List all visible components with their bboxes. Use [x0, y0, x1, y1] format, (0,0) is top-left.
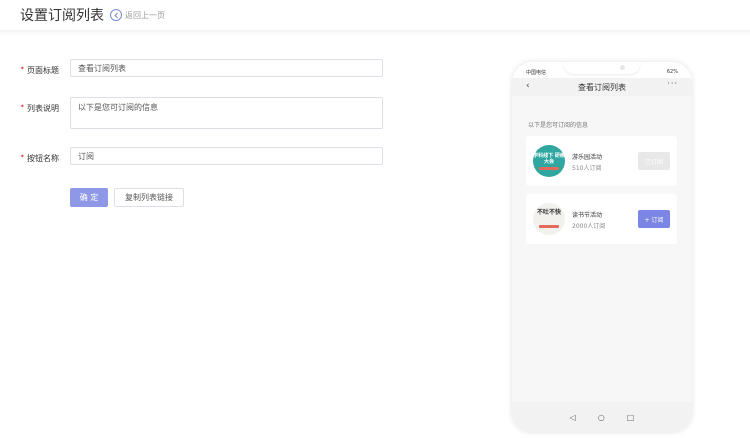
back-link-label: 返回上一页 — [125, 10, 165, 20]
back-arrow-icon — [110, 9, 122, 21]
subscribed-button[interactable]: 已订阅 — [638, 152, 670, 170]
required-marker: • — [20, 64, 25, 73]
recent-key-icon[interactable]: □ — [627, 413, 635, 422]
back-link[interactable]: 返回上一页 — [110, 9, 165, 21]
nav-back-icon[interactable]: ‹ — [526, 81, 530, 91]
card-thumbnail: 学科线下 研练大会 — [533, 145, 565, 177]
page-header: 设置订阅列表 返回上一页 — [0, 0, 750, 30]
copy-link-button[interactable]: 复制列表链接 — [114, 188, 184, 207]
more-icon[interactable]: ··· — [667, 79, 678, 88]
card-count: 510人订阅 — [572, 165, 602, 172]
phone-nav-bar: ‹ 查看订阅列表 ··· — [512, 78, 692, 96]
card-name: 游乐园活动 — [572, 154, 603, 161]
page-title-row: • 页面标题 查看订阅列表 — [20, 59, 383, 77]
page-title-label: • 页面标题 — [20, 64, 59, 75]
phone-bottom-bar: ◁ ○ □ — [512, 402, 692, 432]
carrier-label: 中国电信 — [526, 70, 547, 76]
page-title: 设置订阅列表 — [20, 8, 104, 24]
phone-nav-title: 查看订阅列表 — [578, 82, 626, 92]
button-name-label: • 按钮名称 — [20, 152, 59, 163]
confirm-button[interactable]: 确 定 — [70, 188, 108, 207]
thumbnail-text: 学科线下 研练大会 — [533, 153, 565, 165]
card-count: 2000人订阅 — [572, 223, 606, 230]
required-marker: • — [20, 152, 25, 161]
list-desc-label: • 列表说明 — [20, 102, 59, 113]
thumbnail-bar — [539, 225, 559, 228]
subscription-card: 学科线下 研练大会 游乐园活动 510人订阅 已订阅 — [526, 136, 677, 186]
card-name: 读书节活动 — [572, 212, 603, 219]
phone-list-desc: 以下是您可订阅的信息 — [528, 122, 589, 129]
phone-body: 以下是您可订阅的信息 学科线下 研练大会 游乐园活动 510人订阅 已订阅 不吐… — [512, 96, 692, 402]
list-desc-textarea[interactable]: 以下是您可订阅的信息 — [70, 97, 383, 129]
card-thumbnail: 不吐不快 — [533, 203, 565, 235]
back-key-icon[interactable]: ◁ — [570, 413, 576, 422]
subscribe-button[interactable]: + 订阅 — [638, 210, 670, 228]
phone-status-bar: 中国电信 62% — [512, 68, 692, 78]
header-divider — [0, 30, 750, 36]
home-key-icon[interactable]: ○ — [598, 413, 605, 422]
button-name-row: • 按钮名称 订阅 — [20, 147, 383, 165]
subscription-card: 不吐不快 读书节活动 2000人订阅 + 订阅 — [526, 194, 677, 244]
button-name-input[interactable]: 订阅 — [70, 147, 383, 165]
list-desc-row: • 列表说明 以下是您可订阅的信息 — [20, 97, 383, 129]
thumbnail-text: 不吐不快 — [536, 209, 561, 216]
required-marker: • — [20, 102, 25, 111]
battery-label: 62% — [666, 69, 678, 75]
page-title-input[interactable]: 查看订阅列表 — [70, 59, 383, 77]
phone-preview: 中国电信 62% ‹ 查看订阅列表 ··· 以下是您可订阅的信息 学科线下 研练… — [512, 62, 692, 432]
thumbnail-bar — [539, 167, 559, 170]
